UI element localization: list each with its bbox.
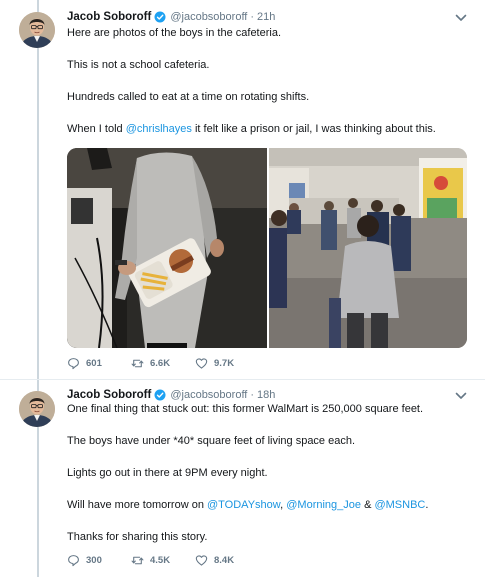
reply-count: 300 — [86, 555, 102, 566]
tweet-line: This is not a school cafeteria. — [67, 59, 210, 71]
retweet-count: 6.6K — [150, 358, 171, 369]
tweet-line: One final thing that stuck out: this for… — [67, 403, 424, 415]
tweet-line: Will have more tomorrow on @TODAYshow, @… — [67, 499, 472, 512]
like-count: 9.7K — [214, 358, 235, 369]
reply-count: 601 — [86, 358, 102, 369]
tweet-line: Here are photos of the boys in the cafet… — [67, 27, 282, 39]
separator: · — [250, 11, 255, 23]
mention-link[interactable]: @TODAYshow — [207, 499, 280, 511]
retweet-button[interactable]: 6.6K — [131, 357, 195, 370]
mention-link[interactable]: @Morning_Joe — [286, 499, 361, 511]
mention-link[interactable]: @chrislhayes — [126, 123, 192, 135]
mention-link[interactable]: @MSNBC — [374, 499, 425, 511]
retweet-button[interactable]: 4.5K — [131, 554, 195, 567]
verified-badge-icon — [154, 389, 166, 401]
caret-down-icon[interactable] — [455, 391, 467, 401]
text-segment: When I told — [67, 123, 126, 135]
tweet-line: Thanks for sharing this story. — [67, 531, 208, 543]
retweet-icon — [131, 556, 144, 565]
reply-button[interactable]: 300 — [67, 554, 131, 567]
caret-down-icon[interactable] — [455, 13, 467, 23]
photo-cafeteria[interactable] — [269, 148, 467, 348]
separator: · — [250, 389, 255, 401]
like-icon — [195, 555, 208, 566]
retweet-icon — [131, 359, 144, 368]
verified-badge-icon — [154, 11, 166, 23]
reply-icon — [68, 555, 79, 567]
photo-tray[interactable] — [67, 148, 267, 348]
tweet-2[interactable]: Jacob Soboroff @jacobsoboroff · 18h One … — [0, 381, 485, 577]
author-handle[interactable]: @jacobsoboroff — [170, 11, 247, 23]
tweet-actions: 601 6.6K 9.7K — [67, 357, 259, 370]
text-segment: . — [425, 499, 429, 511]
tweet-line: Hundreds called to eat at a time on rota… — [67, 91, 310, 103]
tweet-text: One final thing that stuck out: this for… — [67, 403, 472, 544]
tweet-text: Here are photos of the boys in the cafet… — [67, 27, 472, 136]
text-segment: Will have more tomorrow on — [67, 499, 207, 511]
like-button[interactable]: 9.7K — [195, 357, 259, 370]
timestamp[interactable]: 18h — [257, 389, 275, 401]
retweet-count: 4.5K — [150, 555, 171, 566]
text-segment: & — [361, 499, 375, 511]
timestamp[interactable]: 21h — [257, 11, 275, 23]
avatar[interactable] — [19, 12, 55, 48]
reply-icon — [68, 358, 79, 370]
tweet-line: Lights go out in there at 9PM every nigh… — [67, 467, 268, 479]
tweet-line: When I told @chrislhayes it felt like a … — [67, 123, 472, 136]
like-count: 8.4K — [214, 555, 235, 566]
photo-grid — [67, 148, 467, 348]
tweet-actions: 300 4.5K 8.4K — [67, 554, 259, 567]
tweet-1[interactable]: Jacob Soboroff @jacobsoboroff · 21h Here… — [0, 0, 485, 380]
avatar[interactable] — [19, 391, 55, 427]
reply-button[interactable]: 601 — [67, 357, 131, 370]
author-name[interactable]: Jacob Soboroff — [67, 389, 151, 401]
author-name[interactable]: Jacob Soboroff — [67, 11, 151, 23]
like-icon — [195, 358, 208, 369]
author-handle[interactable]: @jacobsoboroff — [170, 389, 247, 401]
text-segment: it felt like a prison or jail, I was thi… — [191, 123, 436, 135]
tweet-header: Jacob Soboroff @jacobsoboroff · 21h — [67, 10, 275, 24]
tweet-header: Jacob Soboroff @jacobsoboroff · 18h — [67, 388, 275, 402]
tweet-line: The boys have under *40* square feet of … — [67, 435, 356, 447]
like-button[interactable]: 8.4K — [195, 554, 259, 567]
